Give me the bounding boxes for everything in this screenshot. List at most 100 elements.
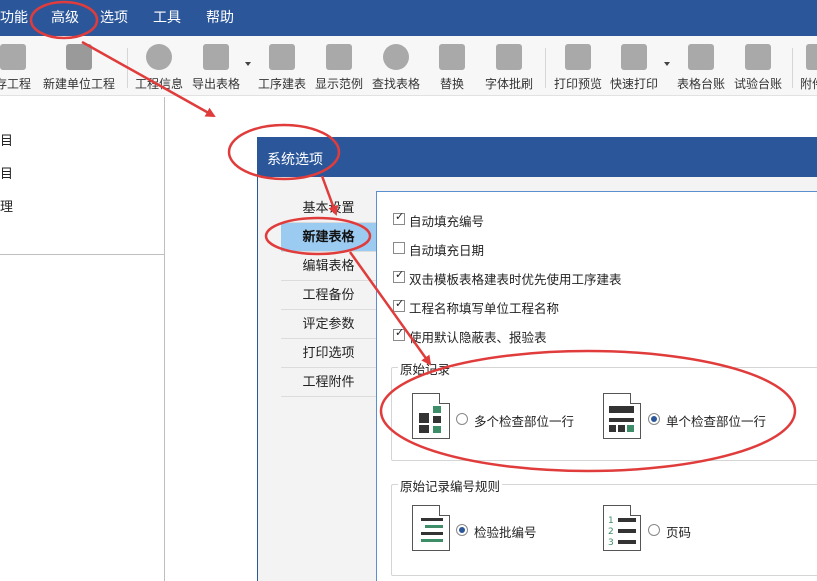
tree-item[interactable]: 目: [0, 163, 13, 182]
single-position-row-icon: [603, 393, 641, 439]
menu-advanced[interactable]: 高级: [51, 9, 79, 27]
attachment-icon: [806, 44, 817, 70]
toolbar-label: 替换: [439, 77, 464, 91]
test-ledger-button[interactable]: 试验台账: [732, 44, 784, 92]
menu-tools[interactable]: 工具: [153, 9, 181, 27]
search-icon: [383, 44, 409, 70]
menu-options[interactable]: 选项: [100, 9, 128, 27]
toolbar-label: 工序建表: [257, 77, 306, 91]
export-table-button[interactable]: 导出表格: [190, 44, 242, 92]
print-preview-button[interactable]: 打印预览: [552, 44, 604, 92]
test-ledger-icon: [745, 44, 771, 70]
checkbox-label: 双击模板表格建表时优先使用工序建表: [409, 272, 622, 287]
original-record-group: 原始记录 多个检查部位一行 单个检查部位一行: [391, 359, 817, 461]
page-number-radio[interactable]: [648, 524, 660, 536]
nav-basic-settings[interactable]: 基本设置: [281, 194, 376, 223]
checkbox-label: 工程名称填写单位工程名称: [409, 301, 560, 316]
page-number-digit: 2: [608, 527, 614, 537]
font-brush-icon: [496, 44, 522, 70]
app-window: 功能 高级 选项 工具 帮助 存工程 新建单位工程 工程信息 导出表格 工序建表: [0, 0, 817, 581]
process-table-button[interactable]: 工序建表: [256, 44, 308, 92]
numbering-rule-group: 原始记录编号规则 检验批编号 1 2 3 页码: [391, 476, 817, 576]
nav-edit-table[interactable]: 编辑表格: [281, 252, 376, 281]
printer-icon: [621, 44, 647, 70]
group-title: 原始记录编号规则: [398, 476, 503, 495]
checkbox-label: 使用默认隐蔽表、报验表: [409, 330, 547, 345]
tree-item[interactable]: 理: [0, 196, 13, 215]
quick-print-button[interactable]: 快速打印: [608, 44, 660, 92]
radio-label[interactable]: 多个检查部位一行: [474, 411, 574, 430]
table-ledger-button[interactable]: 表格台账: [675, 44, 727, 92]
find-table-button[interactable]: 查找表格: [370, 44, 422, 92]
menu-functions[interactable]: 功能: [0, 9, 28, 27]
page-number-digit: 3: [608, 538, 614, 548]
nav-evaluation-params[interactable]: 评定参数: [281, 310, 376, 339]
new-unit-project-button[interactable]: 新建单位工程: [42, 44, 116, 92]
radio-label[interactable]: 检验批编号: [474, 522, 537, 541]
toolbar-label: 快速打印: [609, 77, 658, 91]
toolbar-separator: [127, 48, 128, 88]
radio-label[interactable]: 页码: [666, 522, 691, 541]
checkbox-label: 自动填充日期: [409, 243, 485, 258]
toolbar-label: 导出表格: [191, 77, 240, 91]
project-info-button[interactable]: 工程信息: [134, 44, 184, 92]
replace-icon: [439, 44, 465, 70]
replace-button[interactable]: 替换: [430, 44, 474, 92]
layers-icon: [269, 44, 295, 70]
auto-fill-date-checkbox[interactable]: [393, 242, 405, 254]
toolbar-separator: [792, 48, 793, 88]
new-unit-project-icon: [66, 44, 92, 70]
table-ledger-icon: [688, 44, 714, 70]
radio-label[interactable]: 单个检查部位一行: [666, 411, 766, 430]
toolbar-label: 新建单位工程: [42, 77, 115, 91]
checkbox-label: 自动填充编号: [409, 214, 485, 229]
prefer-process-table-checkbox[interactable]: [393, 268, 405, 283]
menubar: 功能 高级 选项 工具 帮助: [0, 0, 817, 36]
nav-new-table[interactable]: 新建表格: [281, 223, 376, 252]
options-content: 自动填充编号 自动填充日期 双击模板表格建表时优先使用工序建表 工程名称填写单位…: [376, 191, 817, 581]
attachment-button[interactable]: 附件: [800, 44, 817, 92]
nav-print-options[interactable]: 打印选项: [281, 339, 376, 368]
info-icon: [146, 44, 172, 70]
dialog-title: 系统选项: [267, 152, 323, 168]
example-icon: [326, 44, 352, 70]
print-dropdown-caret[interactable]: [664, 62, 670, 66]
system-options-dialog: 系统选项 基本设置 新建表格 编辑表格 工程备份 评定参数 打印选项 工程附件 …: [257, 137, 817, 581]
export-dropdown-caret[interactable]: [245, 62, 251, 66]
nav-project-attachments[interactable]: 工程附件: [281, 368, 376, 397]
toolbar-label: 打印预览: [553, 77, 602, 91]
toolbar-label: 存工程: [0, 77, 31, 91]
dialog-titlebar[interactable]: 系统选项: [258, 138, 817, 177]
save-project-icon: [0, 44, 26, 70]
toolbar-label: 查找表格: [371, 77, 420, 91]
single-position-row-radio[interactable]: [648, 413, 660, 425]
menu-help[interactable]: 帮助: [206, 9, 234, 27]
auto-fill-number-checkbox[interactable]: [393, 210, 405, 225]
toolbar-separator: [545, 48, 546, 88]
project-name-checkbox[interactable]: [393, 297, 405, 312]
eye-icon: [565, 44, 591, 70]
tree-item[interactable]: 目: [0, 130, 13, 149]
multi-position-row-icon: [412, 393, 450, 439]
toolbar-label: 工程信息: [134, 77, 183, 91]
default-hidden-report-checkbox[interactable]: [393, 326, 405, 341]
multi-position-row-radio[interactable]: [456, 413, 468, 425]
inspection-batch-number-icon: [412, 505, 450, 551]
page-number-icon: 1 2 3: [603, 505, 641, 551]
group-title: 原始记录: [398, 359, 453, 378]
page-number-digit: 1: [608, 516, 614, 526]
show-example-button[interactable]: 显示范例: [313, 44, 365, 92]
toolbar: 存工程 新建单位工程 工程信息 导出表格 工序建表 显示范例 查找表格 替换 字…: [0, 36, 817, 96]
toolbar-label: 字体批刷: [484, 77, 533, 91]
options-nav: 基本设置 新建表格 编辑表格 工程备份 评定参数 打印选项 工程附件: [281, 194, 376, 398]
inspection-batch-number-radio[interactable]: [456, 524, 468, 536]
save-project-button[interactable]: 存工程: [0, 44, 34, 92]
nav-project-backup[interactable]: 工程备份: [281, 281, 376, 310]
toolbar-label: 试验台账: [733, 77, 782, 91]
project-tree-panel: 目 目 理: [0, 97, 165, 581]
export-table-icon: [203, 44, 229, 70]
font-brush-button[interactable]: 字体批刷: [483, 44, 535, 92]
panel-divider: [0, 254, 165, 255]
toolbar-label: 表格台账: [676, 77, 725, 91]
toolbar-label: 附件: [800, 77, 817, 91]
